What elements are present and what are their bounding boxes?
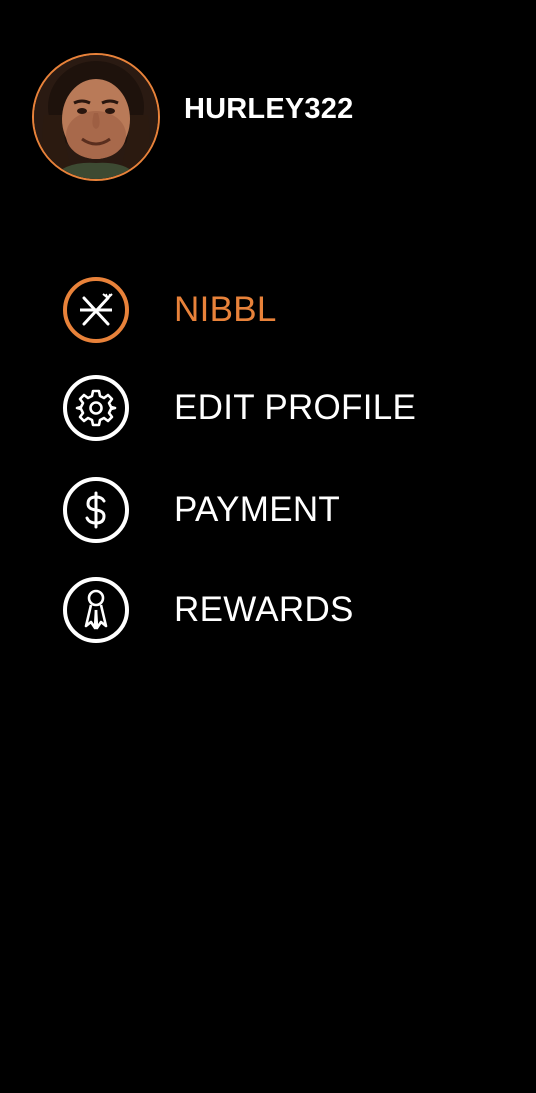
dollar-icon: [62, 476, 130, 544]
menu-item-label: NIBBL: [174, 290, 277, 329]
menu-item-label: EDIT PROFILE: [174, 388, 417, 427]
menu-item-label: PAYMENT: [174, 490, 341, 529]
fork-knife-icon: [62, 276, 130, 344]
menu-item-nibbl[interactable]: NIBBL: [62, 276, 482, 344]
avatar-photo: [34, 55, 158, 179]
menu-item-edit-profile[interactable]: EDIT PROFILE: [62, 374, 482, 442]
profile-header: HURLEY322: [0, 0, 536, 200]
avatar[interactable]: [32, 53, 160, 181]
username: HURLEY322: [184, 93, 354, 125]
menu-item-label: REWARDS: [174, 590, 354, 629]
award-ribbon-icon: [62, 576, 130, 644]
gear-icon: [62, 374, 130, 442]
menu-item-rewards[interactable]: REWARDS: [62, 576, 482, 644]
menu-item-payment[interactable]: PAYMENT: [62, 476, 482, 544]
